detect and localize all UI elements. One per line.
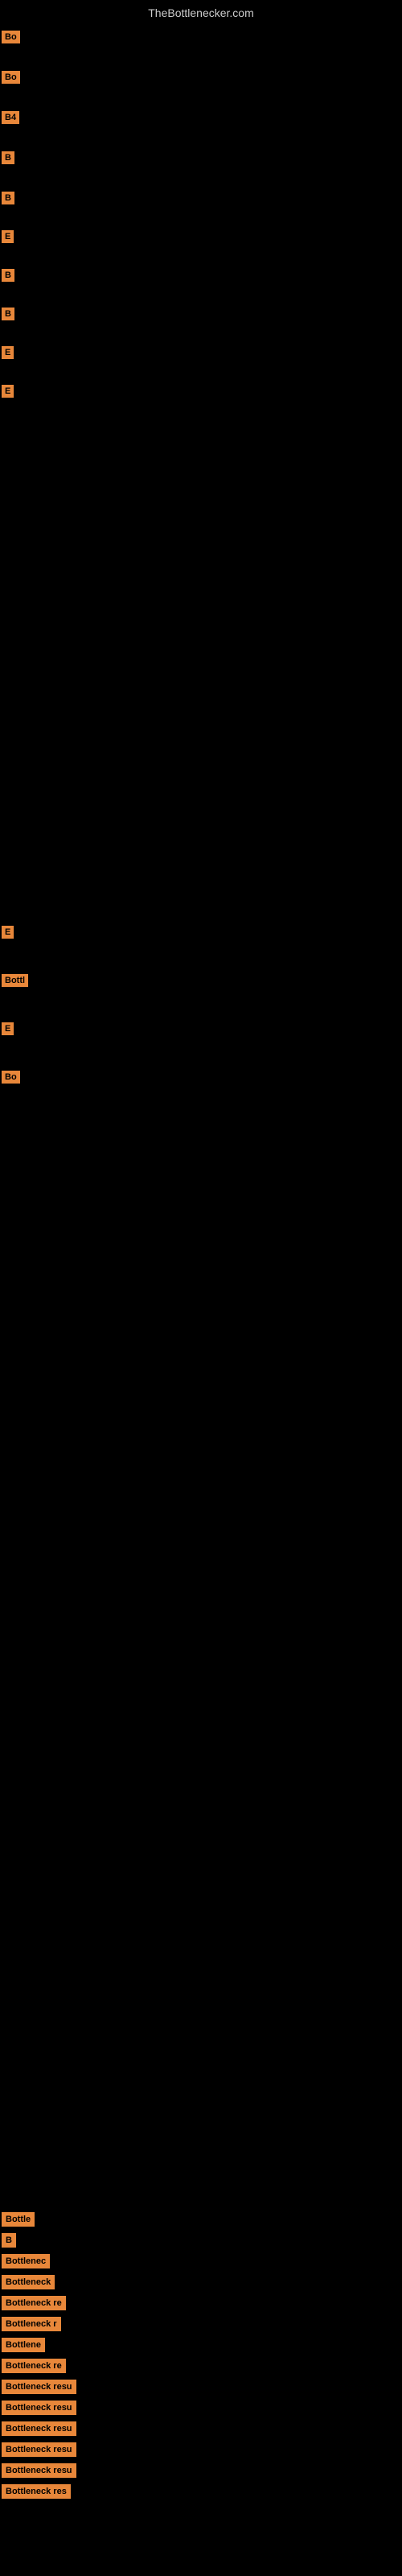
lower-row-l3: Bottlenec [2, 2254, 400, 2268]
badge-l3[interactable]: Bottlenec [2, 2254, 50, 2268]
lower-row-l14: Bottleneck res [2, 2484, 400, 2499]
badge-row-5: B [0, 190, 402, 206]
badge-l5[interactable]: Bottleneck re [2, 2296, 66, 2310]
badge-l10[interactable]: Bottleneck resu [2, 2401, 76, 2415]
badge-b6[interactable]: E [2, 230, 14, 243]
lower-row-l9: Bottleneck resu [2, 2380, 400, 2394]
chart-area: Bo Bo B4 B B E B B E E [0, 29, 402, 2202]
badge-row-m2: Bottl [0, 972, 402, 989]
badge-b3[interactable]: B4 [2, 111, 19, 124]
lower-row-l11: Bottleneck resu [2, 2421, 400, 2436]
badge-row-m1: E [0, 924, 402, 940]
badge-l11[interactable]: Bottleneck resu [2, 2421, 76, 2436]
lower-row-l5: Bottleneck re [2, 2296, 400, 2310]
badge-l12[interactable]: Bottleneck resu [2, 2442, 76, 2457]
badge-l13[interactable]: Bottleneck resu [2, 2463, 76, 2478]
page-wrapper: TheBottlenecker.com Bo Bo B4 B B E B B E [0, 0, 402, 2508]
badge-l14[interactable]: Bottleneck res [2, 2484, 71, 2499]
badge-b7[interactable]: B [2, 269, 14, 282]
badge-row-m4: Bo [0, 1069, 402, 1085]
badge-row-8: B [0, 306, 402, 322]
badge-m3[interactable]: E [2, 1022, 14, 1035]
badge-b8[interactable]: B [2, 308, 14, 320]
badge-m4[interactable]: Bo [2, 1071, 20, 1084]
lower-row-l10: Bottleneck resu [2, 2401, 400, 2415]
badge-row-2: Bo [0, 69, 402, 85]
badge-row-9: E [0, 345, 402, 361]
chart-empty-area-2 [0, 1086, 402, 1247]
badge-b1[interactable]: Bo [2, 31, 20, 43]
badge-l8[interactable]: Bottleneck re [2, 2359, 66, 2373]
badge-l4[interactable]: Bottleneck [2, 2275, 55, 2289]
badge-b4[interactable]: B [2, 151, 14, 164]
badge-row-4: B [0, 150, 402, 166]
badge-l9[interactable]: Bottleneck resu [2, 2380, 76, 2394]
lower-row-l2: B [2, 2233, 400, 2248]
lower-row-l8: Bottleneck re [2, 2359, 400, 2373]
lower-row-l13: Bottleneck resu [2, 2463, 400, 2478]
badge-m1[interactable]: E [2, 926, 14, 939]
chart-empty-area [0, 400, 402, 923]
lower-row-l1: Bottle [2, 2212, 400, 2227]
badge-row-1: Bo [0, 29, 402, 45]
badge-row-6: E [0, 229, 402, 245]
badge-row-3: B4 [0, 109, 402, 126]
badge-l1[interactable]: Bottle [2, 2212, 35, 2227]
badge-b5[interactable]: B [2, 192, 14, 204]
lower-row-l7: Bottlene [2, 2338, 400, 2352]
badge-b2[interactable]: Bo [2, 71, 20, 84]
badge-b10[interactable]: E [2, 385, 14, 398]
badge-row-10: E [0, 383, 402, 399]
site-title: TheBottlenecker.com [0, 0, 402, 23]
badge-l2[interactable]: B [2, 2233, 16, 2248]
badge-b9[interactable]: E [2, 346, 14, 359]
badge-row-7: B [0, 267, 402, 283]
lower-row-l12: Bottleneck resu [2, 2442, 400, 2457]
badge-l7[interactable]: Bottlene [2, 2338, 45, 2352]
badge-m2[interactable]: Bottl [2, 974, 28, 987]
lower-row-l4: Bottleneck [2, 2275, 400, 2289]
lower-section: Bottle B Bottlenec Bottleneck Bottleneck… [0, 2202, 402, 2508]
badge-row-m3: E [0, 1021, 402, 1037]
badge-l6[interactable]: Bottleneck r [2, 2317, 61, 2331]
lower-row-l6: Bottleneck r [2, 2317, 400, 2331]
